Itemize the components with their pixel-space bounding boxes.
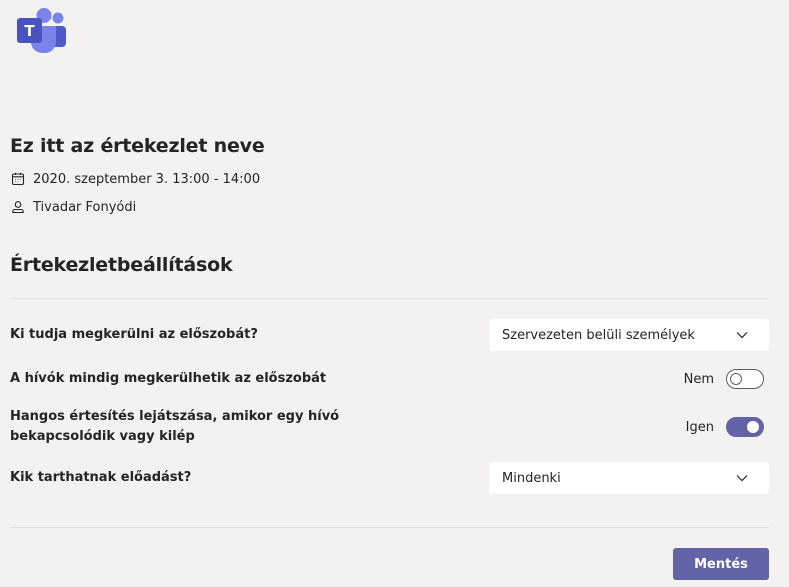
logo-letter: T bbox=[24, 22, 35, 40]
chevron-down-icon bbox=[735, 471, 749, 485]
teams-logo-icon: T bbox=[16, 6, 68, 54]
callers-bypass-label: A hívók mindig megkerülhetik az előszobá… bbox=[10, 371, 327, 386]
lobby-bypass-dropdown[interactable]: Szervezeten belüli személyek bbox=[489, 319, 769, 351]
meeting-datetime-row: 2020. szeptember 3. 13:00 - 14:00 bbox=[10, 171, 260, 187]
divider bbox=[10, 527, 769, 528]
calendar-icon bbox=[10, 171, 26, 187]
presenters-dropdown[interactable]: Mindenki bbox=[489, 462, 769, 494]
save-button[interactable]: Mentés bbox=[673, 548, 769, 580]
join-sound-toggle[interactable] bbox=[726, 417, 764, 437]
person-icon bbox=[10, 199, 26, 215]
join-sound-toggle-group: Igen bbox=[686, 417, 764, 437]
meeting-organizer-row: Tivadar Fonyódi bbox=[10, 199, 136, 215]
join-sound-state: Igen bbox=[685, 419, 714, 435]
meeting-datetime: 2020. szeptember 3. 13:00 - 14:00 bbox=[33, 171, 261, 187]
presenters-label: Kik tarthatnak előadást? bbox=[10, 470, 192, 485]
lobby-bypass-label: Ki tudja megkerülni az előszobát? bbox=[10, 327, 258, 342]
lobby-bypass-value: Szervezeten belüli személyek bbox=[502, 327, 695, 343]
chevron-down-icon bbox=[735, 328, 749, 342]
join-sound-label: Hangos értesítés lejátszása, amikor egy … bbox=[10, 409, 340, 444]
toggle-knob bbox=[730, 373, 742, 385]
meeting-title: Ez itt az értekezlet neve bbox=[10, 135, 265, 157]
divider bbox=[10, 298, 769, 299]
toggle-knob bbox=[747, 421, 759, 433]
callers-bypass-toggle-group: Nem bbox=[684, 369, 764, 389]
callers-bypass-toggle[interactable] bbox=[726, 369, 764, 389]
presenters-value: Mindenki bbox=[502, 470, 561, 486]
settings-section-title: Értekezletbeállítások bbox=[10, 254, 233, 276]
callers-bypass-state: Nem bbox=[683, 371, 714, 387]
meeting-organizer: Tivadar Fonyódi bbox=[33, 199, 137, 215]
